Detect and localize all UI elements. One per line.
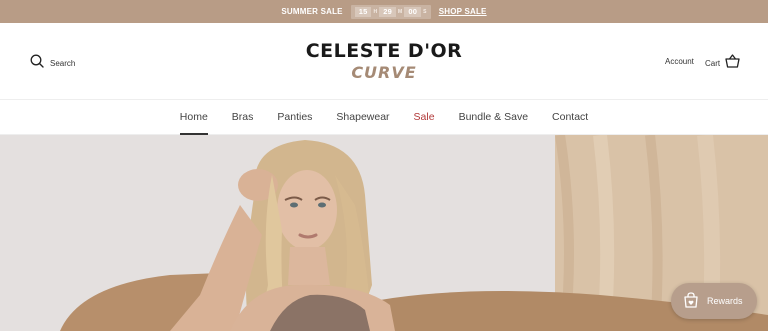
nav-item-panties[interactable]: Panties — [277, 99, 312, 135]
nav-item-sale[interactable]: Sale — [414, 99, 435, 135]
hero-image — [0, 135, 768, 331]
cart-button[interactable]: Cart — [705, 54, 740, 73]
nav-item-home[interactable]: Home — [179, 99, 208, 135]
cart-label: Cart — [705, 59, 721, 68]
nav-item-bundle-save[interactable]: Bundle & Save — [459, 99, 528, 135]
announcement-bar: SUMMER SALE 15 H 29 M 00 S SHOP SALE — [0, 0, 768, 23]
rewards-bag-icon — [683, 292, 699, 310]
rewards-button[interactable]: Rewards — [671, 283, 757, 319]
timer-seconds-unit: S — [423, 8, 427, 15]
timer-minutes-unit: M — [398, 8, 403, 15]
logo-main-text: CELESTE D'OR — [305, 40, 463, 62]
countdown-timer: 15 H 29 M 00 S — [350, 4, 431, 19]
site-logo[interactable]: CELESTE D'OR CURVE — [0, 40, 768, 82]
shop-sale-link[interactable]: SHOP SALE — [439, 7, 487, 16]
rewards-label: Rewards — [707, 296, 743, 306]
hero-banner[interactable] — [0, 135, 768, 331]
logo-sub-text: CURVE — [351, 63, 417, 82]
timer-minutes: 29 — [379, 6, 397, 17]
nav-item-bras[interactable]: Bras — [232, 99, 254, 135]
timer-hours-unit: H — [373, 8, 378, 15]
main-nav: Home Bras Panties Shapewear Sale Bundle … — [0, 99, 768, 135]
nav-item-shapewear[interactable]: Shapewear — [336, 99, 389, 135]
cart-icon — [725, 54, 740, 73]
site-header: Search CELESTE D'OR CURVE Account Cart — [0, 23, 768, 99]
announcement-label: SUMMER SALE — [281, 7, 343, 16]
timer-seconds: 00 — [404, 6, 422, 17]
nav-item-contact[interactable]: Contact — [552, 99, 588, 135]
account-link[interactable]: Account — [665, 57, 694, 66]
timer-hours: 15 — [354, 6, 372, 17]
